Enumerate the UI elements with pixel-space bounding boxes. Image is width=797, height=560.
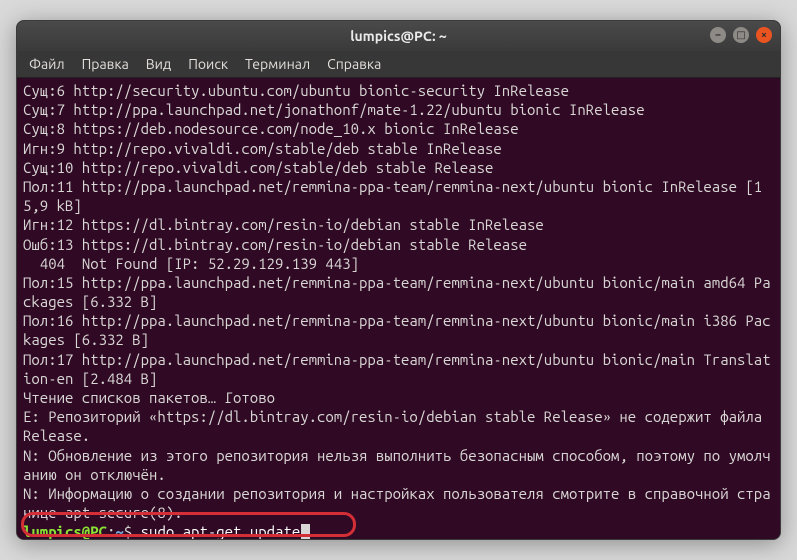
menu-file[interactable]: Файл bbox=[29, 56, 65, 72]
output-line: N: Обновление из этого репозитория нельз… bbox=[23, 446, 774, 484]
prompt-line: lumpics@PC:~$ sudo apt-get update bbox=[23, 523, 310, 539]
prompt-sep2: $ bbox=[124, 523, 141, 539]
output-line: Пол:15 http://ppa.launchpad.net/remmina-… bbox=[23, 273, 774, 311]
minimize-button[interactable]: – bbox=[710, 27, 726, 43]
prompt-userhost: lumpics@PC bbox=[23, 523, 107, 539]
output-line: Пол:17 http://ppa.launchpad.net/remmina-… bbox=[23, 350, 774, 388]
close-button[interactable]: × bbox=[756, 27, 772, 43]
window-title: lumpics@PC: ~ bbox=[350, 28, 447, 44]
output-line: Сущ:7 http://ppa.launchpad.net/jonathonf… bbox=[23, 100, 774, 119]
output-line: N: Информацию о создании репозитория и н… bbox=[23, 484, 774, 522]
minimize-icon: – bbox=[716, 30, 721, 40]
output-line: Сущ:8 https://deb.nodesource.com/node_10… bbox=[23, 119, 774, 138]
output-line: Пол:11 http://ppa.launchpad.net/remmina-… bbox=[23, 177, 774, 215]
output-line: Сущ:10 http://repo.vivaldi.com/stable/de… bbox=[23, 158, 774, 177]
output-line: Игн:12 https://dl.bintray.com/resin-io/d… bbox=[23, 215, 774, 234]
output-line: Сущ:6 http://security.ubuntu.com/ubuntu … bbox=[23, 81, 774, 100]
output-line: E: Репозиторий «https://dl.bintray.com/r… bbox=[23, 407, 774, 445]
command-input[interactable]: sudo apt-get update bbox=[141, 523, 301, 539]
terminal-output: Сущ:6 http://security.ubuntu.com/ubuntu … bbox=[23, 81, 774, 522]
terminal-window: lumpics@PC: ~ – □ × Файл Правка Вид Поис… bbox=[16, 20, 781, 540]
close-icon: × bbox=[761, 30, 767, 40]
output-line: 404 Not Found [IP: 52.29.129.139 443] bbox=[23, 254, 774, 273]
maximize-button[interactable]: □ bbox=[733, 27, 749, 43]
window-controls: – □ × bbox=[710, 27, 772, 43]
menu-search[interactable]: Поиск bbox=[188, 56, 228, 72]
titlebar: lumpics@PC: ~ – □ × bbox=[17, 21, 780, 51]
output-line: Чтение списков пакетов… Готово bbox=[23, 388, 774, 407]
menu-view[interactable]: Вид bbox=[146, 56, 171, 72]
menubar: Файл Правка Вид Поиск Терминал Справка bbox=[17, 51, 780, 78]
maximize-icon: □ bbox=[736, 30, 745, 40]
cursor bbox=[301, 524, 310, 539]
output-line: Ошб:13 https://dl.bintray.com/resin-io/d… bbox=[23, 235, 774, 254]
output-line: Игн:9 http://repo.vivaldi.com/stable/deb… bbox=[23, 139, 774, 158]
prompt-path: ~ bbox=[115, 523, 123, 539]
menu-help[interactable]: Справка bbox=[327, 56, 381, 72]
menu-terminal[interactable]: Терминал bbox=[245, 56, 310, 72]
output-line: Пол:16 http://ppa.launchpad.net/remmina-… bbox=[23, 311, 774, 349]
terminal-area[interactable]: Сущ:6 http://security.ubuntu.com/ubuntu … bbox=[17, 78, 780, 539]
menu-edit[interactable]: Правка bbox=[82, 56, 129, 72]
